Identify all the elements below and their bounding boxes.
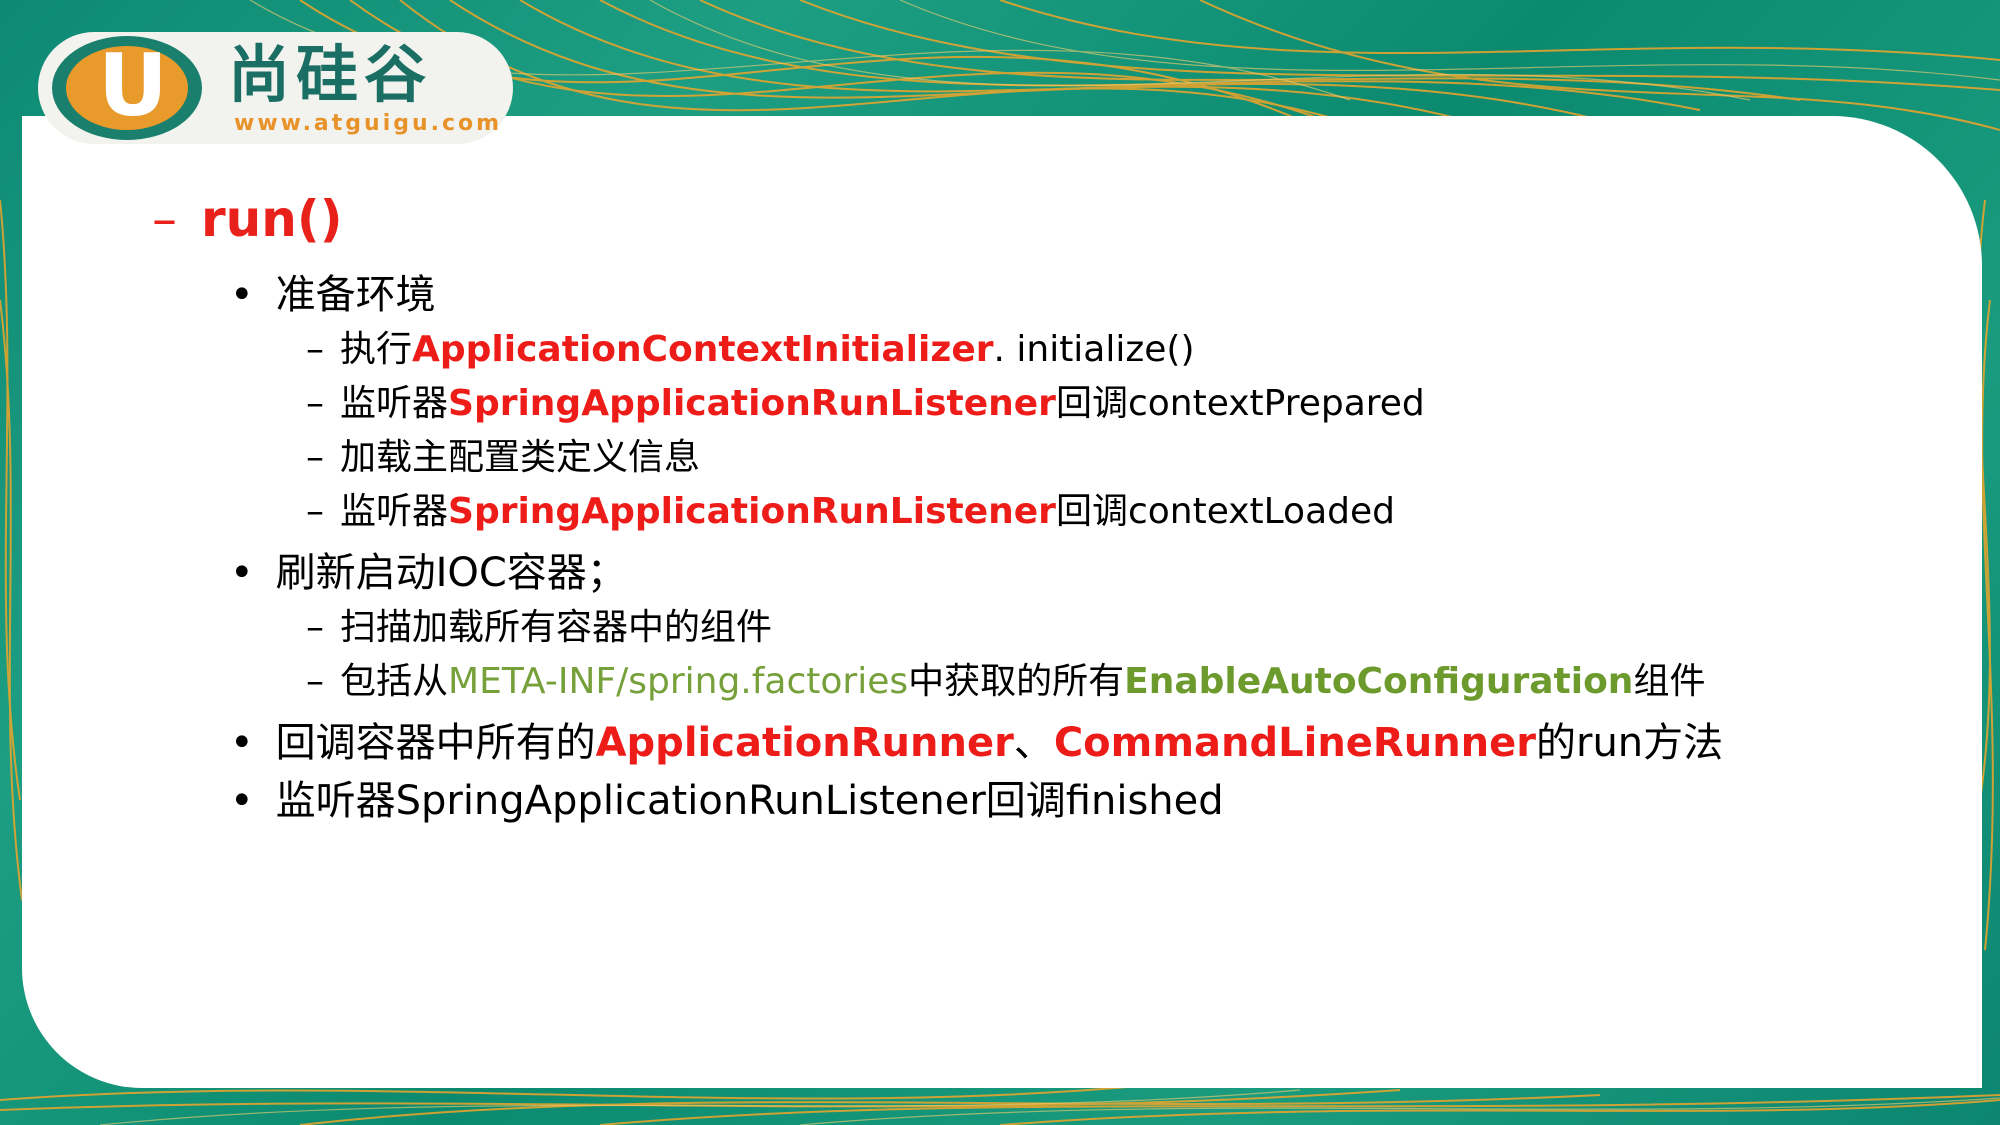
sub-item-context-loaded: – 监听器SpringApplicationRunListener回调contex… bbox=[306, 482, 1395, 534]
bullet-marker: • bbox=[230, 720, 254, 766]
sub-item-prefix: 包括从 bbox=[340, 661, 449, 702]
bullet-highlight: CommandLineRunner bbox=[1053, 720, 1537, 766]
sub-item-prefix: 监听器 bbox=[340, 491, 449, 532]
sub-item-suffix: 组件 bbox=[1633, 661, 1706, 702]
sub-item-path: META-INF/spring.factories bbox=[448, 661, 909, 702]
dash-marker: – bbox=[306, 607, 324, 648]
heading-text: run() bbox=[201, 190, 343, 248]
sub-item-suffix: 回调contextPrepared bbox=[1055, 383, 1425, 424]
bullet-prepare-environment: • 准备环境 bbox=[230, 262, 436, 320]
dash-marker: – bbox=[306, 329, 324, 370]
dash-marker: – bbox=[306, 491, 324, 532]
sub-item-highlight: SpringApplicationRunListener bbox=[448, 383, 1056, 424]
sub-item-suffix: 回调contextLoaded bbox=[1055, 491, 1395, 532]
sub-item-scan-components: – 扫描加载所有容器中的组件 bbox=[306, 598, 772, 650]
dash-marker: – bbox=[306, 383, 324, 424]
bullet-marker: • bbox=[230, 778, 254, 824]
bullet-finished: • 监听器SpringApplicationRunListener回调finish… bbox=[230, 768, 1224, 826]
dash-marker: – bbox=[306, 661, 324, 702]
sub-item-suffix: . initialize() bbox=[993, 329, 1195, 370]
bullet-suffix: 的run方法 bbox=[1536, 720, 1724, 766]
bullet-text: 刷新启动IOC容器； bbox=[275, 550, 627, 596]
sub-item-text: 扫描加载所有容器中的组件 bbox=[340, 607, 773, 648]
bullet-text: 准备环境 bbox=[275, 272, 436, 318]
sub-item-prefix: 执行 bbox=[340, 329, 413, 370]
dash-marker: – bbox=[306, 437, 324, 478]
sub-item-initializer: – 执行ApplicationContextInitializer. initia… bbox=[306, 320, 1195, 372]
slide-content: – run() • 准备环境 – 执行ApplicationContextInitia… bbox=[0, 0, 2000, 1125]
bullet-prefix: 回调容器中所有的 bbox=[275, 720, 596, 766]
bullet-callback-runners: • 回调容器中所有的ApplicationRunner、CommandLineRu… bbox=[230, 710, 1723, 768]
bullet-marker: • bbox=[230, 272, 254, 318]
sub-item-spring-factories: – 包括从META-INF/spring.factories中获取的所有Enabl… bbox=[306, 652, 1705, 704]
sub-item-middle: 中获取的所有 bbox=[908, 661, 1125, 702]
sub-item-context-prepared: – 监听器SpringApplicationRunListener回调contex… bbox=[306, 374, 1425, 426]
bullet-refresh-ioc: • 刷新启动IOC容器； bbox=[230, 540, 627, 598]
sub-item-highlight: SpringApplicationRunListener bbox=[448, 491, 1056, 532]
dash-marker: – bbox=[152, 190, 177, 248]
sub-item-highlight: ApplicationContextInitializer bbox=[412, 329, 994, 370]
sub-item-text: 加载主配置类定义信息 bbox=[340, 437, 701, 478]
heading-run: – run() bbox=[152, 190, 343, 248]
sub-item-prefix: 监听器 bbox=[340, 383, 449, 424]
sub-item-highlight: EnableAutoConfiguration bbox=[1124, 661, 1634, 702]
bullet-highlight: ApplicationRunner bbox=[595, 720, 1014, 766]
sub-item-load-config: – 加载主配置类定义信息 bbox=[306, 428, 700, 480]
bullet-separator: 、 bbox=[1013, 720, 1054, 766]
bullet-marker: • bbox=[230, 550, 254, 596]
bullet-text: 监听器SpringApplicationRunListener回调finishe… bbox=[275, 778, 1224, 824]
